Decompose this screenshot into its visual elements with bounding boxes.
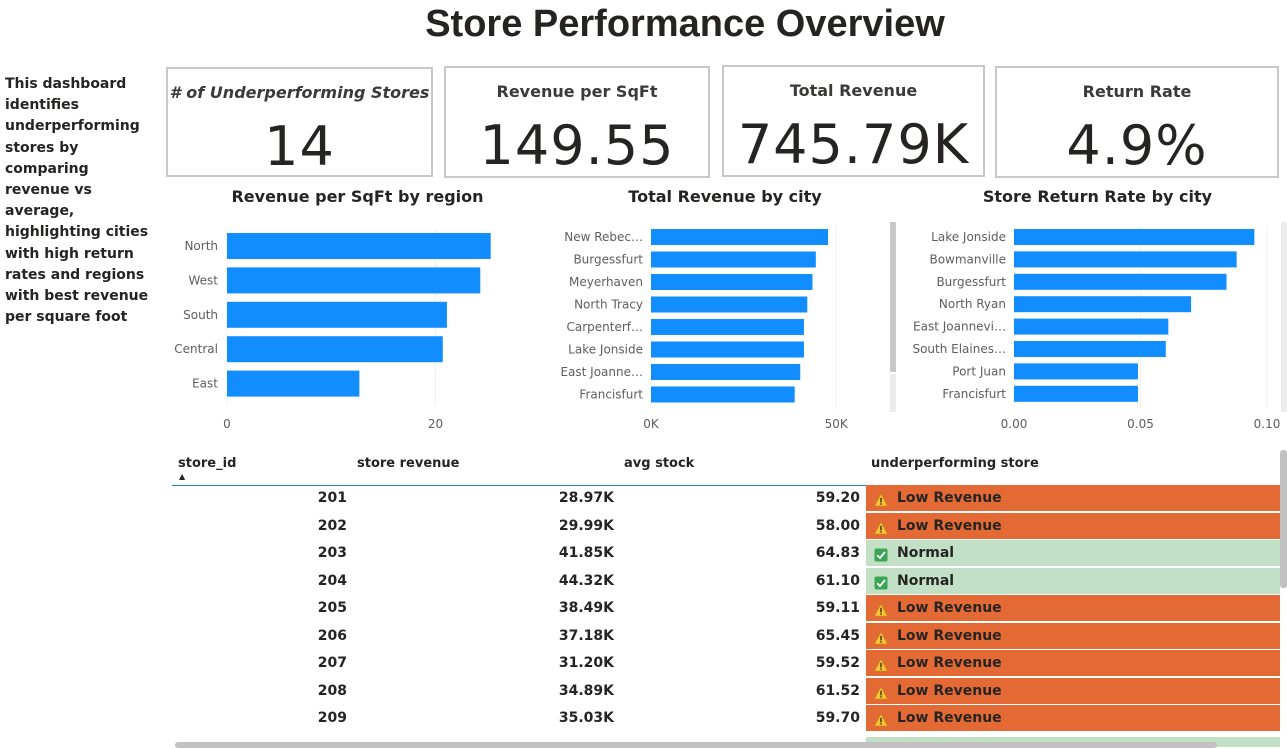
table-horizontal-scrollbar[interactable] (175, 742, 1217, 748)
avg-stock-cell: 64.83 (815, 545, 860, 561)
status-label: Low Revenue (897, 682, 1002, 699)
store-revenue-cell: 31.20K (558, 655, 614, 671)
status-cell: Low Revenue (866, 705, 1280, 732)
bar[interactable] (1014, 363, 1138, 380)
store-id-cell: 202 (317, 517, 347, 534)
table-row[interactable]: 209 35.03K 59.70 Low Revenue (172, 705, 1280, 732)
store-revenue-cell: 37.18K (558, 627, 614, 644)
checkmark-icon (874, 547, 888, 562)
category-label: Francisfurt (942, 387, 1006, 401)
store-revenue-cell: 44.32K (558, 572, 614, 589)
table-row[interactable]: 207 31.20K 59.52 Low Revenue (172, 650, 1280, 677)
status-label: Normal (897, 572, 955, 589)
return-rate-by-city-chart[interactable]: 0.00 0.05 0.10 Lake Jonside Bowmanville Burge… (0, 0, 1287, 440)
status-label: Normal (897, 545, 955, 561)
avg-stock-cell: 65.45 (815, 627, 860, 644)
store-id-cell: 205 (317, 600, 347, 616)
store-revenue-cell: 34.89K (558, 682, 614, 699)
category-label: South Elaines… (912, 342, 1006, 356)
store-id-cell: 201 (317, 490, 347, 506)
table-row[interactable]: 203 41.85K 64.83 Normal (172, 540, 1280, 567)
sort-ascending-icon[interactable]: ▲ (179, 472, 185, 481)
column-header-store-id[interactable]: store_id (178, 456, 236, 471)
store-id-cell: 206 (317, 627, 347, 644)
status-cell: Low Revenue (866, 512, 1280, 540)
store-revenue-cell: 41.85K (558, 545, 614, 561)
bar[interactable] (1014, 385, 1138, 402)
status-label: Low Revenue (897, 517, 1002, 534)
column-header-underperforming-store[interactable]: underperforming store (871, 456, 1039, 471)
bar[interactable] (1014, 273, 1227, 290)
table-row[interactable]: 208 34.89K 61.52 Low Revenue (172, 677, 1280, 705)
store-id-cell: 209 (317, 710, 347, 726)
category-label: Lake Jonside (931, 230, 1006, 244)
x-tick-label: 0.05 (1127, 417, 1154, 431)
table-header: store_id ▲ store revenue avg stock under… (172, 448, 1280, 486)
store-revenue-cell: 28.97K (558, 490, 614, 506)
status-label: Low Revenue (897, 627, 1002, 644)
column-header-store-revenue[interactable]: store revenue (357, 456, 459, 471)
status-cell: Low Revenue (866, 485, 1280, 512)
column-header-avg-stock[interactable]: avg stock (624, 456, 694, 471)
bar[interactable] (1014, 296, 1192, 313)
status-label: Low Revenue (897, 490, 1002, 506)
warning-icon (873, 602, 889, 617)
status-cell: Normal (866, 540, 1280, 567)
avg-stock-cell: 59.52 (815, 655, 860, 671)
table-vertical-scrollbar[interactable] (1280, 450, 1287, 588)
avg-stock-cell: 59.20 (815, 490, 860, 506)
table-row[interactable]: 205 38.49K 59.11 Low Revenue (172, 595, 1280, 622)
store-id-cell: 208 (317, 682, 347, 699)
table-row[interactable]: 202 29.99K 58.00 Low Revenue (172, 512, 1280, 540)
status-cell: Low Revenue (866, 650, 1280, 677)
avg-stock-cell: 59.70 (815, 710, 860, 726)
bar[interactable] (1014, 229, 1255, 245)
x-tick-label: 0.10 (1254, 417, 1281, 431)
table-row[interactable]: 206 37.18K 65.45 Low Revenue (172, 622, 1280, 650)
avg-stock-cell: 61.10 (815, 572, 860, 589)
warning-icon (873, 685, 889, 699)
warning-icon (873, 492, 889, 507)
checkmark-icon (874, 575, 888, 589)
status-label: Low Revenue (897, 600, 1002, 616)
category-label: Burgessfurt (936, 275, 1006, 289)
category-label: East Joannevi… (913, 320, 1006, 334)
avg-stock-cell: 58.00 (815, 517, 860, 534)
store-id-cell: 203 (317, 545, 347, 561)
store-id-cell: 204 (317, 572, 347, 589)
warning-icon (873, 712, 889, 727)
bar[interactable] (1014, 251, 1237, 268)
avg-stock-cell: 61.52 (815, 682, 860, 699)
bar[interactable] (1014, 318, 1169, 335)
chart-scrollbar-track (1281, 222, 1287, 412)
status-cell: Normal (866, 567, 1280, 595)
status-label: Low Revenue (897, 655, 1002, 671)
status-cell: Low Revenue (866, 622, 1280, 650)
category-label: Bowmanville (929, 252, 1006, 266)
bar[interactable] (1014, 341, 1166, 357)
chart-scrollbar[interactable] (890, 222, 896, 372)
avg-stock-cell: 59.11 (815, 600, 860, 616)
table-row[interactable]: 201 28.97K 59.20 Low Revenue (172, 485, 1280, 512)
store-revenue-cell: 38.49K (558, 600, 614, 616)
category-label: Port Juan (952, 364, 1006, 378)
chart-scrollbar-track (890, 374, 896, 412)
store-id-cell: 207 (317, 655, 347, 671)
warning-icon (873, 630, 889, 644)
status-label: Low Revenue (897, 710, 1002, 726)
table-row[interactable]: 204 44.32K 61.10 Normal (172, 567, 1280, 595)
warning-icon (873, 657, 889, 672)
store-revenue-cell: 35.03K (558, 710, 614, 726)
store-revenue-cell: 29.99K (558, 517, 614, 534)
warning-icon (873, 520, 889, 534)
x-tick-label: 0.00 (1001, 417, 1028, 431)
status-cell: Low Revenue (866, 595, 1280, 622)
category-label: North Ryan (939, 297, 1006, 311)
status-cell: Low Revenue (866, 677, 1280, 705)
